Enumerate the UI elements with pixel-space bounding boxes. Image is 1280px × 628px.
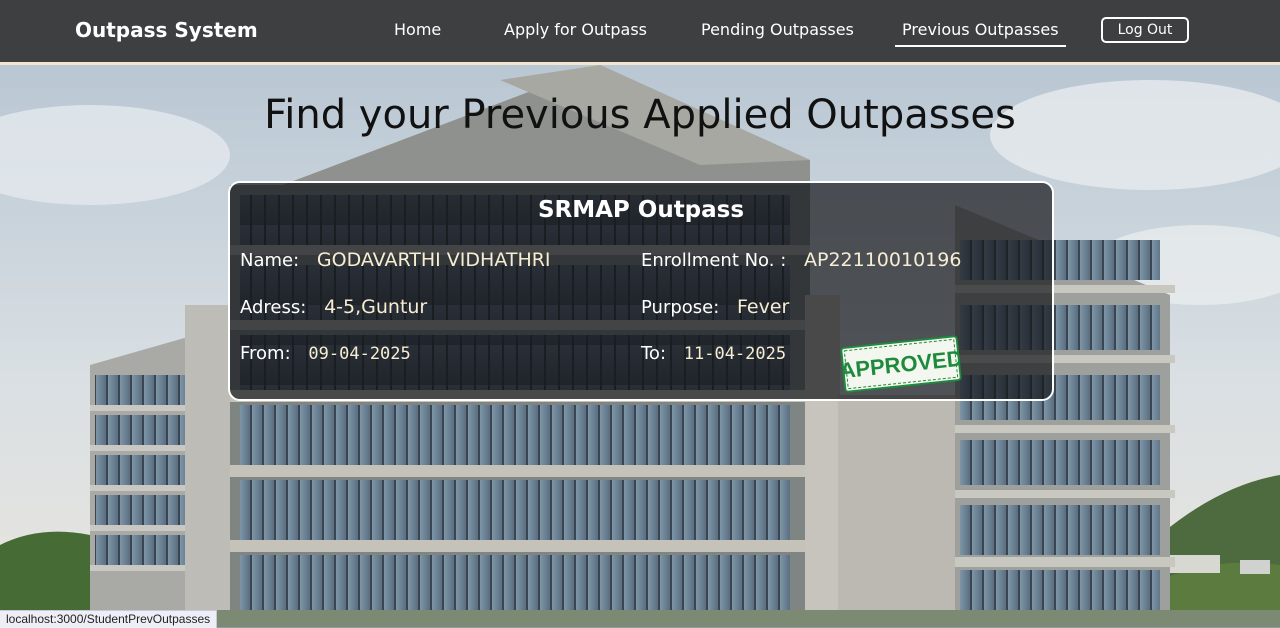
purpose-field: Purpose: Fever <box>641 296 789 318</box>
purpose-label: Purpose: <box>641 297 720 318</box>
to-date-field: To: 11-04-2025 <box>641 343 786 364</box>
from-date-field: From: 09-04-2025 <box>240 343 411 364</box>
brand-title[interactable]: Outpass System <box>75 18 258 42</box>
top-navbar: Outpass System Home Apply for Outpass Pe… <box>0 0 1280 65</box>
name-label: Name: <box>240 250 300 271</box>
nav-link-previous-outpasses[interactable]: Previous Outpasses <box>895 20 1066 47</box>
nav-link-pending-outpasses[interactable]: Pending Outpasses <box>701 20 854 45</box>
approved-stamp-icon: APPROVED <box>838 335 964 393</box>
purpose-value: Fever <box>737 296 790 318</box>
address-value: 4-5,Guntur <box>324 296 428 318</box>
from-date-value: 09-04-2025 <box>308 344 411 364</box>
address-label: Adress: <box>240 297 307 318</box>
logout-button[interactable]: Log Out <box>1101 17 1189 43</box>
enrollment-field: Enrollment No. : AP22110010196 <box>641 249 961 271</box>
browser-status-url: localhost:3000/StudentPrevOutpasses <box>0 610 218 628</box>
to-date-value: 11-04-2025 <box>683 344 787 364</box>
name-value: GODAVARTHI VIDHATHRI <box>316 249 551 271</box>
outpass-card-title: SRMAP Outpass <box>537 197 745 223</box>
to-label: To: <box>641 343 667 364</box>
from-label: From: <box>240 343 291 364</box>
nav-link-apply-outpass[interactable]: Apply for Outpass <box>504 20 647 45</box>
address-field: Adress: 4-5,Guntur <box>240 296 427 318</box>
enrollment-value: AP22110010196 <box>804 249 962 271</box>
outpass-card: SRMAP Outpass Name: GODAVARTHI VIDHATHRI… <box>228 181 1054 401</box>
nav-link-home[interactable]: Home <box>394 20 441 45</box>
name-field: Name: GODAVARTHI VIDHATHRI <box>240 249 551 271</box>
enrollment-label: Enrollment No. : <box>641 250 787 271</box>
page-heading: Find your Previous Applied Outpasses <box>264 92 1016 138</box>
